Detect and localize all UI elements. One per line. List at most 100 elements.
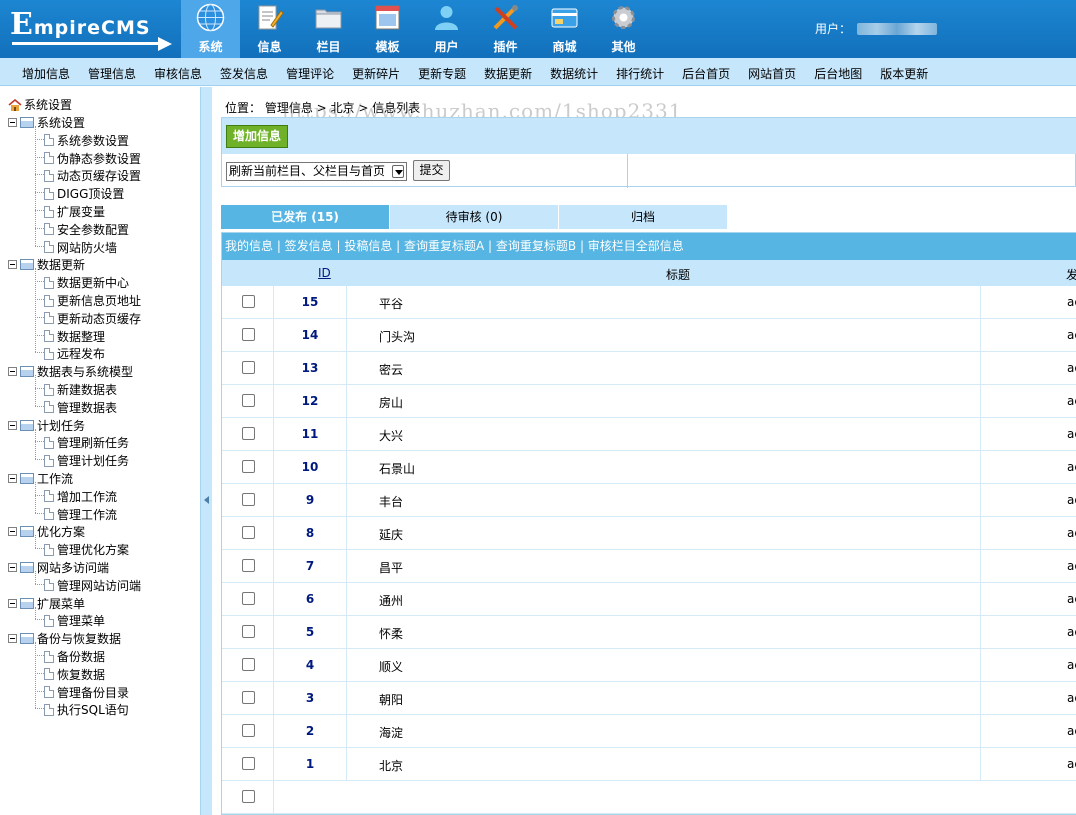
- row-title-link[interactable]: 通州: [379, 592, 403, 609]
- sub-menu-item[interactable]: 后台地图: [814, 65, 862, 82]
- sub-menu-item[interactable]: 数据更新: [484, 65, 532, 82]
- top-nav-item[interactable]: 商城: [535, 0, 594, 58]
- row-title-link[interactable]: 朝阳: [379, 691, 403, 708]
- tree-group[interactable]: 网站多访问端: [8, 559, 109, 576]
- tree-group[interactable]: 系统设置: [8, 114, 85, 131]
- row-title-link[interactable]: 海淀: [379, 724, 403, 741]
- top-nav-item[interactable]: 栏目: [299, 0, 358, 58]
- tree-group[interactable]: 优化方案: [8, 523, 85, 540]
- sidebar-splitter[interactable]: [200, 87, 212, 815]
- tree-item[interactable]: DIGG顶设置: [44, 185, 124, 202]
- row-title-link[interactable]: 平谷: [379, 295, 403, 312]
- tree-group[interactable]: 备份与恢复数据: [8, 630, 121, 647]
- collapse-toggle-icon[interactable]: [8, 634, 17, 644]
- row-title-link[interactable]: 北京: [379, 757, 403, 774]
- collapse-toggle-icon[interactable]: [8, 260, 17, 270]
- tree-item[interactable]: 动态页缓存设置: [44, 167, 141, 184]
- row-title-link[interactable]: 房山: [379, 394, 403, 411]
- tree-root[interactable]: 系统设置: [8, 96, 72, 113]
- sub-menu-item[interactable]: 更新专题: [418, 65, 466, 82]
- sub-menu-item[interactable]: 审核信息: [154, 65, 202, 82]
- row-checkbox[interactable]: [242, 658, 255, 671]
- collapse-toggle-icon[interactable]: [8, 563, 17, 572]
- tree-item[interactable]: 远程发布: [44, 345, 105, 362]
- tree-item[interactable]: 执行SQL语句: [44, 701, 129, 718]
- tree-item[interactable]: 管理菜单: [44, 612, 105, 629]
- status-tab[interactable]: 已发布 (15): [221, 205, 390, 229]
- row-checkbox[interactable]: [242, 493, 255, 506]
- tree-item[interactable]: 管理刷新任务: [44, 434, 129, 451]
- sub-menu-item[interactable]: 签发信息: [220, 65, 268, 82]
- top-nav-item[interactable]: 插件: [476, 0, 535, 58]
- sub-menu-item[interactable]: 数据统计: [550, 65, 598, 82]
- row-title-link[interactable]: 怀柔: [379, 625, 403, 642]
- top-nav-item[interactable]: 系统: [181, 0, 240, 58]
- tree-item[interactable]: 恢复数据: [44, 666, 105, 683]
- tree-item[interactable]: 管理优化方案: [44, 541, 129, 558]
- row-title-link[interactable]: 大兴: [379, 427, 403, 444]
- status-tab[interactable]: 归档: [559, 205, 728, 229]
- sub-menu-item[interactable]: 版本更新: [880, 65, 928, 82]
- tree-item[interactable]: 备份数据: [44, 648, 105, 665]
- row-title-link[interactable]: 丰台: [379, 493, 403, 510]
- tree-item[interactable]: 伪静态参数设置: [44, 150, 141, 167]
- row-checkbox[interactable]: [242, 361, 255, 374]
- top-nav-item[interactable]: 用户: [417, 0, 476, 58]
- status-tab[interactable]: 待审核 (0): [390, 205, 559, 229]
- sub-menu-item[interactable]: 更新碎片: [352, 65, 400, 82]
- refresh-select[interactable]: 刷新当前栏目、父栏目与首页: [226, 162, 407, 181]
- tree-group[interactable]: 计划任务: [8, 417, 85, 434]
- row-checkbox[interactable]: [242, 559, 255, 572]
- submit-button[interactable]: 提交: [413, 160, 450, 181]
- row-title-link[interactable]: 顺义: [379, 658, 403, 675]
- tree-group[interactable]: 工作流: [8, 470, 73, 487]
- filter-links-bar[interactable]: 我的信息 | 签发信息 | 投稿信息 | 查询重复标题A | 查询重复标题B |…: [222, 233, 1076, 260]
- row-checkbox[interactable]: [242, 592, 255, 605]
- tree-group[interactable]: 扩展菜单: [8, 595, 85, 612]
- top-nav-item[interactable]: 其他: [594, 0, 653, 58]
- row-checkbox[interactable]: [242, 724, 255, 737]
- empirecms-logo[interactable]: EmpireCMS: [0, 0, 181, 58]
- tree-item[interactable]: 扩展变量: [44, 203, 105, 220]
- sub-menu-item[interactable]: 后台首页: [682, 65, 730, 82]
- tree-item[interactable]: 管理数据表: [44, 399, 117, 416]
- tree-item[interactable]: 管理网站访问端: [44, 577, 141, 594]
- sub-menu-item[interactable]: 网站首页: [748, 65, 796, 82]
- tree-group[interactable]: 数据表与系统模型: [8, 363, 133, 380]
- row-checkbox[interactable]: [242, 328, 255, 341]
- sub-menu-item[interactable]: 管理评论: [286, 65, 334, 82]
- tree-item[interactable]: 增加工作流: [44, 488, 117, 505]
- add-info-button[interactable]: 增加信息: [226, 125, 289, 148]
- row-checkbox[interactable]: [242, 757, 255, 770]
- row-checkbox[interactable]: [242, 625, 255, 638]
- tree-item[interactable]: 管理工作流: [44, 506, 117, 523]
- top-nav-item[interactable]: 模板: [358, 0, 417, 58]
- collapse-toggle-icon[interactable]: [8, 367, 17, 377]
- collapse-toggle-icon[interactable]: [8, 118, 17, 127]
- tree-item[interactable]: 网站防火墙: [44, 239, 117, 256]
- tree-group[interactable]: 数据更新: [8, 256, 85, 273]
- collapse-toggle-icon[interactable]: [8, 527, 17, 537]
- row-checkbox[interactable]: [242, 427, 255, 440]
- collapse-toggle-icon[interactable]: [8, 420, 17, 430]
- select-all-checkbox[interactable]: [242, 790, 255, 803]
- tree-item[interactable]: 更新信息页地址: [44, 292, 141, 309]
- row-title-link[interactable]: 密云: [379, 361, 403, 378]
- tree-item[interactable]: 更新动态页缓存: [44, 310, 141, 327]
- row-title-link[interactable]: 昌平: [379, 559, 403, 576]
- row-title-link[interactable]: 延庆: [379, 526, 403, 543]
- row-checkbox[interactable]: [242, 460, 255, 473]
- sub-menu-item[interactable]: 排行统计: [616, 65, 664, 82]
- row-checkbox[interactable]: [242, 295, 255, 308]
- tree-item[interactable]: 新建数据表: [44, 381, 117, 398]
- tree-item[interactable]: 安全参数配置: [44, 221, 129, 238]
- row-title-link[interactable]: 石景山: [379, 460, 415, 477]
- sub-menu-item[interactable]: 管理信息: [88, 65, 136, 82]
- row-checkbox[interactable]: [242, 394, 255, 407]
- collapse-toggle-icon[interactable]: [8, 598, 17, 608]
- tree-item[interactable]: 管理计划任务: [44, 452, 129, 469]
- tree-item[interactable]: 数据整理: [44, 328, 105, 345]
- collapse-toggle-icon[interactable]: [8, 474, 17, 483]
- sub-menu-item[interactable]: 增加信息: [22, 65, 70, 82]
- row-checkbox[interactable]: [242, 526, 255, 539]
